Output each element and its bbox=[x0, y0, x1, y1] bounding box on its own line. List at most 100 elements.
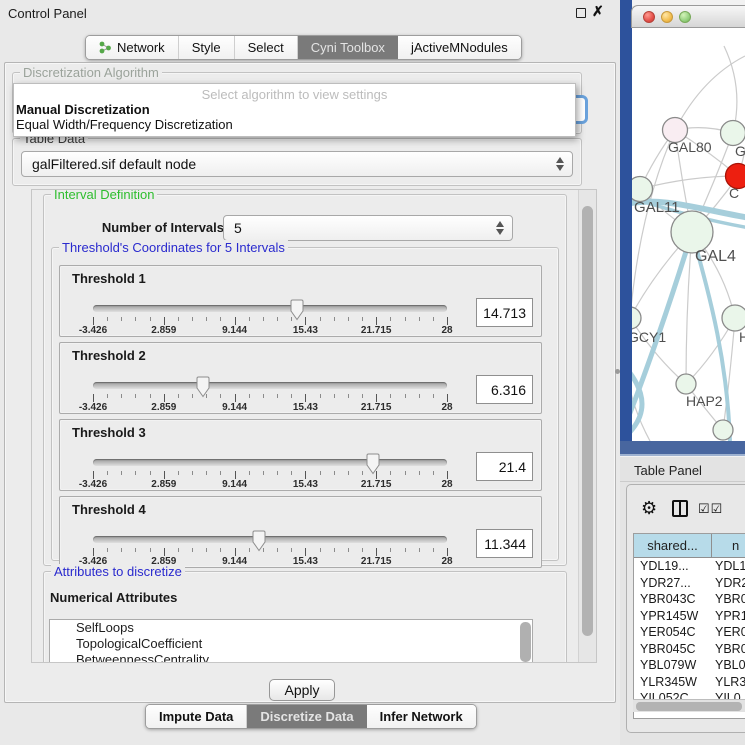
table-row[interactable]: YDL19...YDL1 bbox=[634, 558, 745, 575]
minor-tick bbox=[334, 317, 335, 321]
threshold-value-field[interactable] bbox=[476, 375, 533, 404]
tab-cyni-toolbox[interactable]: Cyni Toolbox bbox=[298, 36, 398, 59]
table-body: YDL19...YDL1YDR27...YDR2YBR043CYBR0YPR14… bbox=[634, 558, 745, 707]
network-node-gal4[interactable] bbox=[671, 211, 713, 253]
table-data-combobox[interactable]: galFiltered.sif default node bbox=[21, 151, 573, 177]
network-node-h[interactable] bbox=[722, 305, 745, 331]
close-traffic-light-icon[interactable] bbox=[643, 11, 655, 23]
network-node-ga[interactable] bbox=[721, 121, 745, 146]
node-label: GAL4 bbox=[695, 248, 736, 265]
attribute-list-item[interactable]: BetweennessCentrality bbox=[50, 652, 532, 663]
select-columns-icon[interactable]: ☑☑ bbox=[698, 501, 723, 517]
threshold-slider-track[interactable] bbox=[93, 536, 447, 543]
tick-label: 21.715 bbox=[361, 325, 392, 336]
attribute-list-item[interactable]: TopologicalCoefficient bbox=[50, 636, 532, 652]
minor-tick bbox=[178, 471, 179, 475]
stepper-icon bbox=[556, 156, 565, 172]
float-window-icon[interactable] bbox=[576, 8, 586, 18]
network-window-frame-bottom bbox=[620, 441, 745, 456]
major-tick bbox=[305, 394, 306, 402]
tick-label: 9.144 bbox=[222, 479, 247, 490]
tab-label: Impute Data bbox=[159, 705, 233, 728]
network-node-gcy1[interactable] bbox=[632, 307, 641, 329]
column-layout-icon[interactable] bbox=[672, 500, 688, 517]
major-tick bbox=[164, 394, 165, 402]
tab-jactivemnodules[interactable]: jActiveMNodules bbox=[398, 36, 521, 59]
stepper-icon bbox=[496, 220, 505, 236]
node-table: shared... n YDL19...YDL1YDR27...YDR2YBR0… bbox=[633, 533, 745, 719]
minor-tick bbox=[135, 548, 136, 552]
dropdown-option-manual[interactable]: Manual Discretization bbox=[14, 102, 575, 117]
minor-tick bbox=[192, 394, 193, 398]
tab-style[interactable]: Style bbox=[179, 36, 235, 59]
table-row[interactable]: YBR045CYBR0 bbox=[634, 641, 745, 658]
horizontal-scrollbar-thumb[interactable] bbox=[636, 702, 742, 711]
tick-label: 9.144 bbox=[222, 402, 247, 413]
table-row[interactable]: YBL079WYBL0 bbox=[634, 657, 745, 674]
threshold-value-field[interactable] bbox=[476, 298, 533, 327]
table-row[interactable]: YPR145WYPR1 bbox=[634, 608, 745, 625]
network-node-gal11[interactable] bbox=[632, 177, 653, 202]
minor-tick bbox=[178, 548, 179, 552]
node-label: GAL11 bbox=[634, 199, 680, 216]
threshold-value-field[interactable] bbox=[476, 529, 533, 558]
table-row[interactable]: YBR043CYBR0 bbox=[634, 591, 745, 608]
column-header-shared-name[interactable]: shared... bbox=[634, 534, 712, 557]
network-window-titlebar[interactable] bbox=[631, 5, 745, 28]
threshold-slider-track[interactable] bbox=[93, 382, 447, 389]
tick-label: 21.715 bbox=[361, 402, 392, 413]
minor-tick bbox=[433, 548, 434, 552]
minor-tick bbox=[150, 471, 151, 475]
tab-label: Cyni Toolbox bbox=[311, 36, 385, 59]
scrollbar-thumb[interactable] bbox=[582, 206, 593, 636]
intervals-count-value: 5 bbox=[234, 220, 242, 236]
table-row[interactable]: YLR345WYLR3 bbox=[634, 674, 745, 691]
tab-network[interactable]: Network bbox=[86, 36, 179, 59]
minor-tick bbox=[291, 394, 292, 398]
attribute-list-item[interactable]: SelfLoops bbox=[50, 620, 532, 636]
network-edge[interactable] bbox=[724, 46, 737, 133]
gear-icon[interactable]: ⚙ bbox=[641, 498, 657, 519]
network-node[interactable] bbox=[713, 420, 733, 440]
dropdown-option-equal-width[interactable]: Equal Width/Frequency Discretization bbox=[14, 117, 575, 132]
tab-select[interactable]: Select bbox=[235, 36, 298, 59]
minor-tick bbox=[320, 471, 321, 475]
threshold-slider-track[interactable] bbox=[93, 459, 447, 466]
network-edge[interactable] bbox=[632, 130, 675, 318]
node-label: GAL80 bbox=[668, 139, 712, 155]
number-of-intervals-combobox[interactable]: 5 bbox=[223, 215, 513, 241]
major-tick bbox=[376, 394, 377, 402]
zoom-traffic-light-icon[interactable] bbox=[679, 11, 691, 23]
column-header-name[interactable]: n bbox=[712, 534, 745, 557]
network-edge[interactable] bbox=[640, 176, 738, 189]
numerical-attributes-list[interactable]: SelfLoopsTopologicalCoefficientBetweenne… bbox=[49, 619, 533, 663]
minor-tick bbox=[362, 394, 363, 398]
minor-tick bbox=[135, 471, 136, 475]
table-row[interactable]: YDR27...YDR2 bbox=[634, 575, 745, 592]
threshold-slider-track[interactable] bbox=[93, 305, 447, 312]
minor-tick bbox=[263, 471, 264, 475]
minor-tick bbox=[206, 394, 207, 398]
minimize-traffic-light-icon[interactable] bbox=[661, 11, 673, 23]
threshold-value-field[interactable] bbox=[476, 452, 533, 481]
list-scrollbar-thumb[interactable] bbox=[520, 622, 531, 662]
minor-tick bbox=[405, 471, 406, 475]
tick-label: 15.43 bbox=[293, 402, 318, 413]
network-node-hap2[interactable] bbox=[676, 374, 696, 394]
apply-button[interactable]: Apply bbox=[269, 679, 335, 701]
minor-tick bbox=[178, 394, 179, 398]
tab-infer-network[interactable]: Infer Network bbox=[367, 705, 476, 728]
major-tick bbox=[447, 317, 448, 325]
tick-label: -3.426 bbox=[79, 325, 107, 336]
tab-impute-data[interactable]: Impute Data bbox=[146, 705, 247, 728]
table-panel-window: ⚙ ☑☑ shared... n YDL19...YDL1YDR27...YDR… bbox=[626, 484, 745, 733]
minor-tick bbox=[192, 548, 193, 552]
minor-tick bbox=[220, 317, 221, 321]
tab-discretize-data[interactable]: Discretize Data bbox=[247, 705, 366, 728]
network-canvas[interactable]: GAL80GACGAL11GAL4GCY1HHAP2 bbox=[632, 28, 745, 441]
tick-label: 9.144 bbox=[222, 556, 247, 567]
minor-tick bbox=[362, 317, 363, 321]
table-row[interactable]: YER054CYER0 bbox=[634, 624, 745, 641]
network-edge[interactable] bbox=[675, 56, 745, 130]
close-icon[interactable]: ✗ bbox=[592, 3, 604, 20]
